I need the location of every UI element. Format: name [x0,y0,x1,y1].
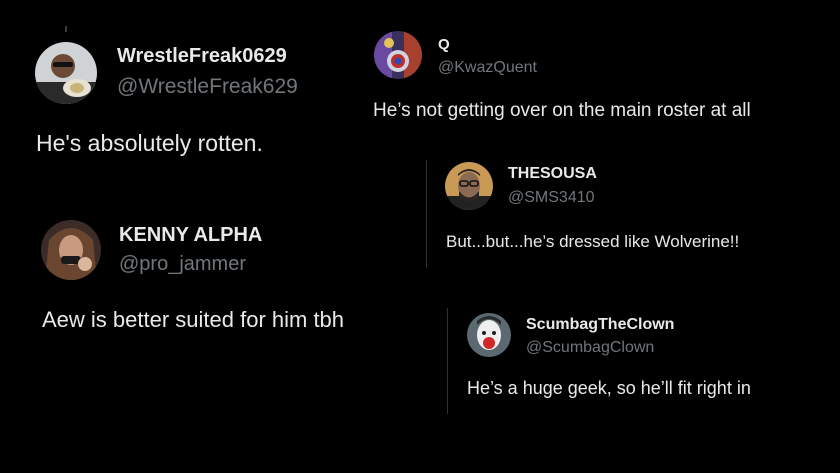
user-avatar-icon [445,162,493,210]
display-name[interactable]: KENNY ALPHA [119,224,262,247]
display-name[interactable]: Q [438,36,450,53]
user-handle[interactable]: @pro_jammer [119,253,246,276]
user-avatar-icon [374,31,422,79]
user-avatar-icon [467,313,511,357]
user-handle[interactable]: @ScumbagClown [526,339,654,357]
user-handle[interactable]: @WrestleFreak629 [117,75,298,99]
thread-divider [426,160,427,268]
display-name[interactable]: ScumbagTheClown [526,316,674,334]
avatar[interactable] [467,313,511,357]
post-text: Aew is better suited for him tbh [42,307,345,332]
avatar[interactable] [374,31,422,79]
post-text: He’s a huge geek, so he’ll fit right in [467,378,751,398]
display-name[interactable]: THESOUSA [508,165,597,183]
post-text: He's absolutely rotten. [36,130,263,156]
avatar[interactable] [445,162,493,210]
post-text: He’s not getting over on the main roster… [373,100,751,121]
user-handle[interactable]: @KwazQuent [438,59,537,77]
user-avatar-icon [35,42,97,104]
user-avatar-icon [41,220,101,280]
corner-mark [65,26,67,32]
display-name[interactable]: WrestleFreak0629 [117,45,287,68]
avatar[interactable] [41,220,101,280]
user-handle[interactable]: @SMS3410 [508,189,595,207]
post-text: But...but...he’s dressed like Wolverine!… [446,232,740,251]
avatar[interactable] [35,42,97,104]
thread-divider [447,308,448,414]
